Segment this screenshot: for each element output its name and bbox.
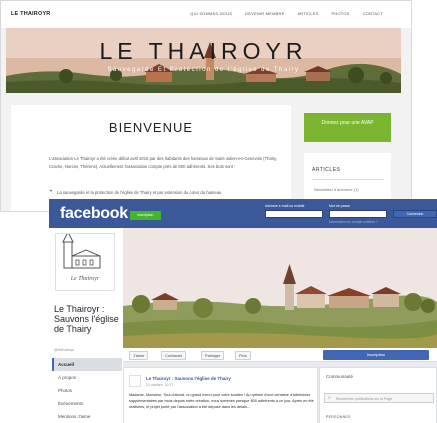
people-heading: PERSONNES	[326, 415, 351, 419]
email-label: Adresse e-mail ou mobile	[265, 204, 305, 208]
svg-text:Le Thairoyr: Le Thairoyr	[70, 276, 100, 282]
more-button[interactable]: Plus	[235, 351, 251, 360]
post-author[interactable]: Le Thairoyr : Sauvons l'église de Thairy	[146, 376, 231, 381]
cover-photo[interactable]	[123, 228, 437, 348]
articles-heading: ARTICLES	[312, 167, 341, 173]
menu-item-about[interactable]: QUI SOMMES-NOUS	[190, 11, 232, 16]
post-text: Madame, Monsieur, Tout d'abord, un grand…	[129, 393, 314, 409]
community-panel: Communauté ⌕ Rechercher publications sur…	[319, 367, 437, 423]
password-label: Mot de passe	[329, 204, 351, 208]
forgot-account-link[interactable]: Informations de compte oubliées ?	[329, 220, 378, 224]
site-logo[interactable]: LE THAIROYR	[11, 11, 50, 17]
nav-item-home[interactable]: Accueil	[52, 358, 122, 371]
join-button[interactable]: Inscription	[130, 211, 161, 220]
search-placeholder: Rechercher publications sur la Page	[336, 396, 393, 401]
welcome-section: BIENVENUE L'association Le Thairoyr a ét…	[11, 105, 291, 211]
intro-paragraph: L'association Le Thairoyr a été créée dé…	[49, 156, 278, 169]
community-heading: Communauté	[326, 374, 354, 379]
village-cover-image	[123, 228, 437, 348]
password-field[interactable]	[329, 210, 387, 218]
post-avatar[interactable]	[129, 375, 141, 387]
page-sidebar: Le Thairoyr Le Thairoyr : Sauvons l'égli…	[49, 228, 123, 423]
hero-title: LE THAIROYR	[99, 38, 308, 64]
nav-item-likes[interactable]: Mentions J'aime	[52, 410, 122, 423]
post-card: Le Thairoyr : Sauvons l'église de Thairy…	[123, 367, 318, 423]
login-button[interactable]: Connexion	[393, 210, 437, 218]
post-date[interactable]: 21 octobre, 10:17	[146, 383, 173, 387]
nav-item-about[interactable]: À propos	[52, 371, 122, 384]
page-name: Le Thairoyr : Sauvons l'église de Thairy	[54, 304, 119, 334]
website-screenshot: LE THAIROYR QUI SOMMES-NOUS DEVENIR MEMB…	[0, 0, 412, 212]
welcome-heading: BIENVENUE	[108, 120, 194, 135]
profile-picture[interactable]: Le Thairoyr	[55, 230, 115, 291]
search-icon: ⌕	[328, 395, 331, 401]
church-logo-icon: Le Thairoyr	[62, 230, 101, 282]
menu-item-photos[interactable]: PHOTOS	[332, 11, 350, 16]
nav-item-events[interactable]: Événements	[52, 397, 122, 410]
hero-subtitle: Sauvegarde Et Protection de l'église de …	[107, 67, 300, 73]
goal-bullet: La sauvegarde et la protection de l'égli…	[50, 189, 277, 195]
menu-item-articles[interactable]: ARTICLES	[297, 11, 318, 16]
share-button[interactable]: Partager	[201, 351, 225, 360]
page-search-input[interactable]: ⌕ Rechercher publications sur la Page	[324, 393, 434, 403]
page-action-bar: J'aime Contacter Partager Plus Inscripti…	[123, 348, 437, 362]
hero-banner: LE THAIROYR Sauvegarde Et Protection de …	[6, 28, 401, 93]
site-header: LE THAIROYR QUI SOMMES-NOUS DEVENIR MEMB…	[1, 1, 411, 28]
menu-item-contact[interactable]: CONTACT	[363, 11, 383, 16]
email-field[interactable]	[265, 210, 323, 218]
like-button[interactable]: J'aime	[129, 351, 149, 360]
facebook-screenshot: facebook Inscription Adresse e-mail ou m…	[49, 199, 437, 423]
articles-link[interactable]: Newsletter d'automne (1)	[314, 187, 359, 192]
contact-button[interactable]: Contacter	[161, 351, 187, 360]
menu-item-membership[interactable]: DEVENIR MEMBRE	[245, 11, 284, 16]
nav-item-photos[interactable]: Photos	[52, 384, 122, 397]
page-nav: Accueil À propos Photos Événements Menti…	[52, 358, 122, 423]
facebook-logo[interactable]: facebook	[60, 205, 128, 223]
signup-button[interactable]: Inscription	[323, 350, 429, 360]
site-menu: QUI SOMMES-NOUS DEVENIR MEMBRE ARTICLES …	[190, 11, 383, 16]
facebook-top-bar: facebook Inscription Adresse e-mail ou m…	[49, 199, 437, 228]
page-handle: @lethairoyr	[54, 347, 75, 352]
divider	[312, 179, 384, 180]
donate-button[interactable]: Donnez pour une AVAP	[304, 113, 391, 142]
